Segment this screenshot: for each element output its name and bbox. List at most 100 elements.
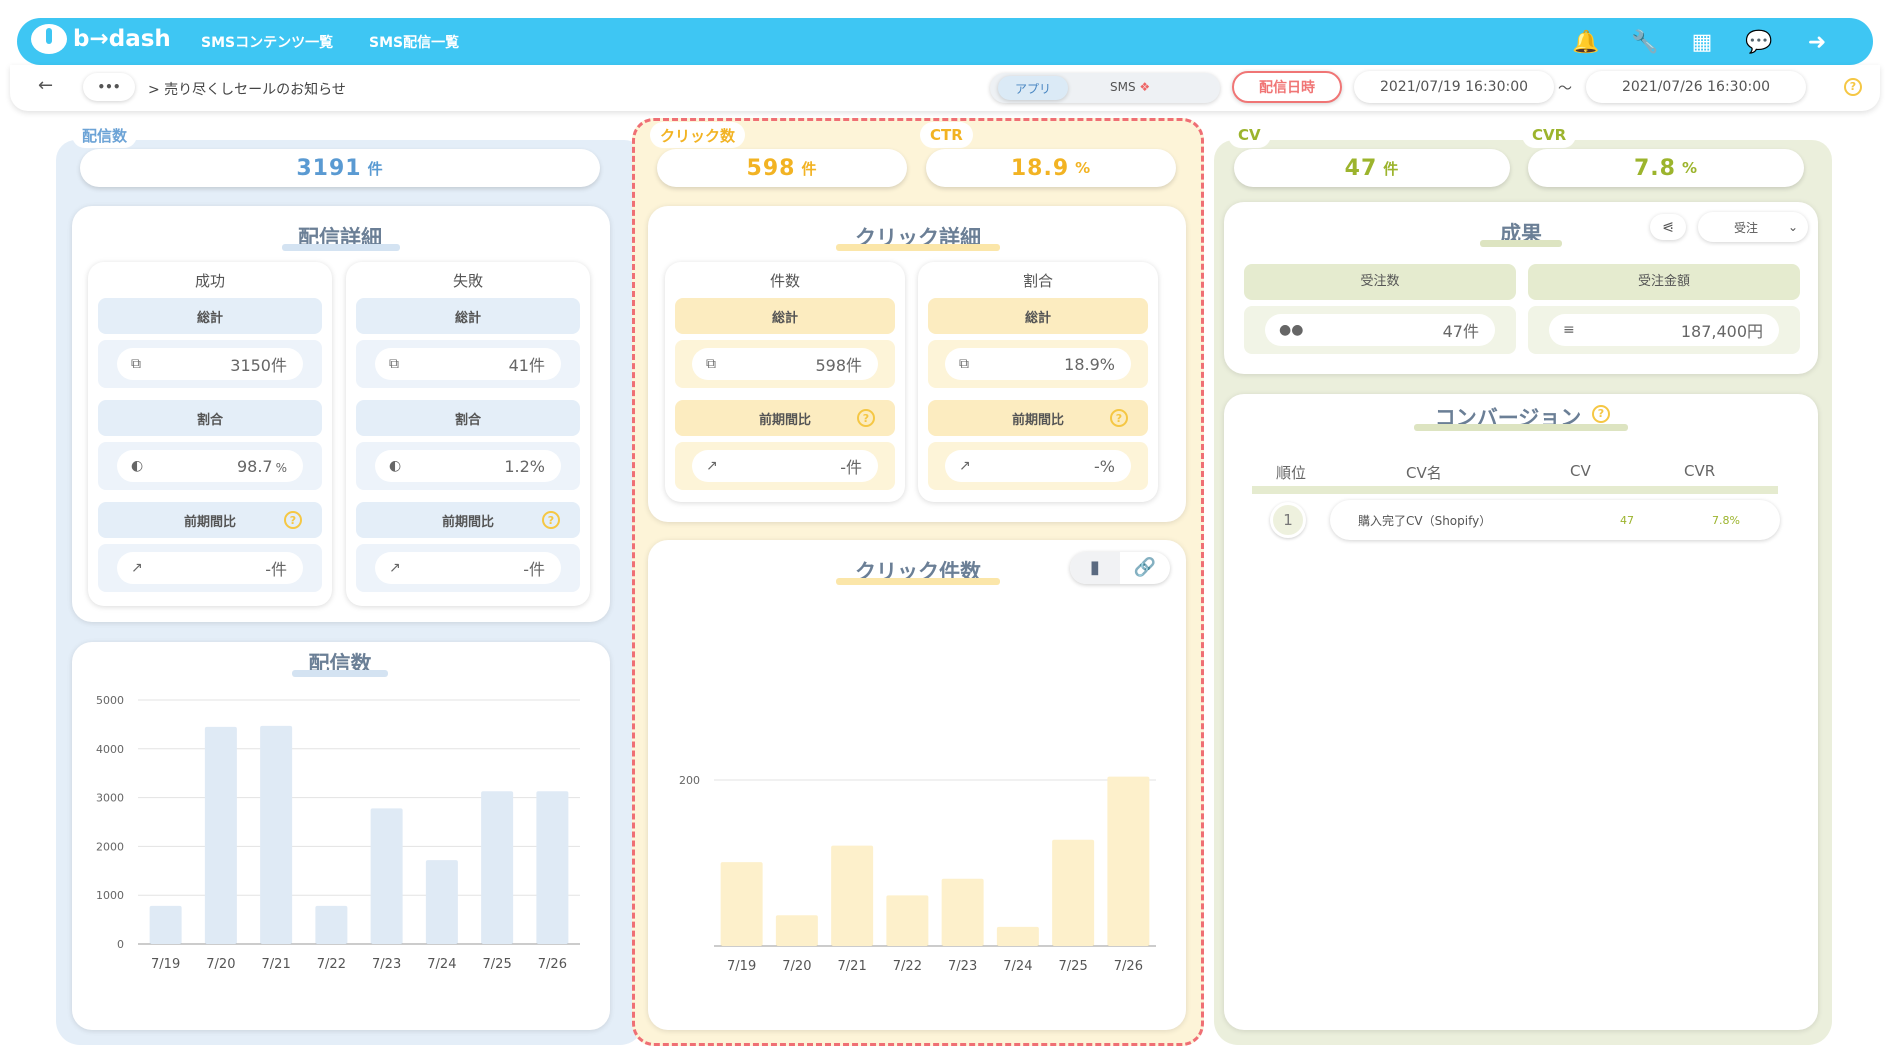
wrench-icon[interactable]: 🔧 xyxy=(1630,27,1660,57)
click-count-title: 件数 xyxy=(769,272,800,290)
title-underline xyxy=(836,578,1000,585)
logout-icon[interactable]: ➜ xyxy=(1802,27,1832,57)
date-from[interactable]: 2021/07/19 16:30:00 xyxy=(1354,71,1554,103)
help-icon[interactable]: ? xyxy=(1844,78,1862,96)
click-ratio-total-label: 総計 xyxy=(928,298,1148,334)
help-icon[interactable]: ? xyxy=(284,511,302,529)
nav-sms-contents[interactable]: SMSコンテンツ一覧 xyxy=(201,32,333,52)
share-icon[interactable]: ⪗ xyxy=(1650,214,1686,240)
title-underline xyxy=(1414,424,1628,431)
chart-toggle: ▮ 🔗 xyxy=(1070,552,1170,584)
x-tick-label: 7/25 xyxy=(483,957,512,972)
click-count-tag: クリック数 xyxy=(650,122,746,148)
failure-title: 失敗 xyxy=(452,272,483,290)
amount-row: ≡ 187,400円 xyxy=(1528,306,1800,354)
click-count-total: 598 件 xyxy=(657,149,907,187)
x-tick-label: 7/22 xyxy=(317,957,346,972)
cv-name: 購入完了CV（Shopify） xyxy=(1358,514,1492,528)
click-ratio-title: 割合 xyxy=(1022,272,1053,290)
chart-bar xyxy=(204,726,237,944)
title-underline xyxy=(282,244,400,251)
orders-label: 受注数 xyxy=(1244,264,1516,300)
title-underline xyxy=(1480,240,1562,247)
x-tick-label: 7/26 xyxy=(538,957,567,972)
logo-text: b→dash xyxy=(73,26,171,52)
help-icon[interactable]: ? xyxy=(542,511,560,529)
help-icon[interactable]: ? xyxy=(857,409,875,427)
x-tick-label: 7/23 xyxy=(372,957,401,972)
chevron-down-icon: ⌄ xyxy=(1787,220,1798,234)
y-tick-label: 3000 xyxy=(96,792,124,805)
click-count-compare-label: 前期間比? xyxy=(675,400,895,436)
people-icon: ●● xyxy=(1279,322,1304,338)
click-ratio-total-value: 18.9% xyxy=(1064,354,1115,374)
bell-icon[interactable]: 🔔 xyxy=(1571,27,1601,57)
orders-value: 47件 xyxy=(1442,322,1479,341)
click-ratio-column: 割合 総計 ⧉ 18.9% 前期間比? ↗ -% xyxy=(918,262,1158,502)
date-to[interactable]: 2021/07/26 16:30:00 xyxy=(1586,71,1806,103)
chart-bar xyxy=(720,862,763,946)
chart-bar xyxy=(260,725,293,944)
click-count-column: 件数 総計 ⧉ 598件 前期間比? ↗ -件 xyxy=(665,262,905,502)
chart-bar xyxy=(831,845,874,946)
failure-column: 失敗 総計 ⧉ 41件 割合 ◐ 1.2% 前期間比? ↗ -件 xyxy=(346,262,590,606)
chart-bar xyxy=(425,860,458,944)
click-count-total-label: 総計 xyxy=(675,298,895,334)
chart-bar xyxy=(149,905,182,944)
delivery-total: 3191 件 xyxy=(80,149,600,187)
cvr-tag: CVR xyxy=(1522,122,1577,148)
x-tick-label: 7/22 xyxy=(893,959,922,974)
click-ratio-total-row: ⧉ 18.9% xyxy=(928,340,1148,388)
nav-sms-delivery[interactable]: SMS配信一覧 xyxy=(369,32,459,52)
toggle-sms[interactable]: SMS ❖ xyxy=(1110,80,1150,94)
grid-icon[interactable]: ▦ xyxy=(1687,27,1717,57)
trend-icon: ↗ xyxy=(389,560,401,576)
col-cvr: CVR xyxy=(1684,462,1716,480)
trend-icon: ↗ xyxy=(959,458,971,474)
x-tick-label: 7/19 xyxy=(727,959,756,974)
y-tick-label: 2000 xyxy=(96,840,124,853)
help-icon[interactable]: ? xyxy=(1110,409,1128,427)
delivery-bar-chart: 0 1000 2000 3000 4000 5000 7/19 7/20 7/21 7/22 7/2… xyxy=(96,694,580,972)
click-icon: ⧉ xyxy=(959,356,969,372)
more-button[interactable]: ••• xyxy=(83,73,135,101)
table-header-rule xyxy=(1252,486,1778,494)
sms-bubble-icon: ❖ xyxy=(1139,80,1151,94)
x-tick-label: 7/19 xyxy=(151,957,180,972)
chat-icon[interactable]: 💬 xyxy=(1744,27,1774,57)
chart-bar xyxy=(941,878,984,946)
success-ratio-row: ◐ 98.7% xyxy=(98,442,322,490)
pie-icon: ◐ xyxy=(389,458,402,474)
yen-icon: ≡ xyxy=(1563,322,1575,338)
title-underline xyxy=(292,670,388,677)
bar-chart-icon[interactable]: ▮ xyxy=(1070,552,1120,584)
conversion-help-icon[interactable]: ? xyxy=(1592,405,1610,423)
failure-ratio-label: 割合 xyxy=(356,400,580,436)
click-count-total-value: 598件 xyxy=(815,356,862,375)
logo-bubble-icon xyxy=(31,24,67,54)
toggle-app[interactable]: アプリ xyxy=(998,76,1068,100)
chart-bar xyxy=(996,926,1039,946)
success-total-label: 総計 xyxy=(98,298,322,334)
logo[interactable]: b→dash xyxy=(31,24,171,54)
chart-bar xyxy=(370,808,403,944)
col-cv: CV xyxy=(1570,462,1591,480)
delivery-icon: ⧉ xyxy=(131,356,141,372)
table-row[interactable]: 1 購入完了CV（Shopify） 47 7.8% xyxy=(1266,498,1780,542)
rank-badge: 1 xyxy=(1270,502,1306,538)
result-select[interactable]: 受注 ⌄ xyxy=(1698,212,1808,242)
y-tick-label: 1000 xyxy=(96,889,124,902)
link-icon[interactable]: 🔗 xyxy=(1120,552,1170,584)
click-count-compare-row: ↗ -件 xyxy=(675,442,895,490)
ctr-tag: CTR xyxy=(920,122,973,148)
failure-ratio: 1.2% xyxy=(504,456,545,476)
success-total-row: ⧉ 3150件 xyxy=(98,340,322,388)
trend-icon: ↗ xyxy=(706,458,718,474)
success-ratio: 98.7% xyxy=(236,456,287,476)
success-column: 成功 総計 ⧉ 3150件 割合 ◐ 98.7% 前期間比? ↗ -件 xyxy=(88,262,332,606)
back-arrow-icon[interactable]: ← xyxy=(38,75,53,96)
success-title: 成功 xyxy=(194,272,225,290)
x-tick-label: 7/25 xyxy=(1059,959,1088,974)
x-tick-label: 7/24 xyxy=(1003,959,1032,974)
x-tick-label: 7/21 xyxy=(838,959,867,974)
